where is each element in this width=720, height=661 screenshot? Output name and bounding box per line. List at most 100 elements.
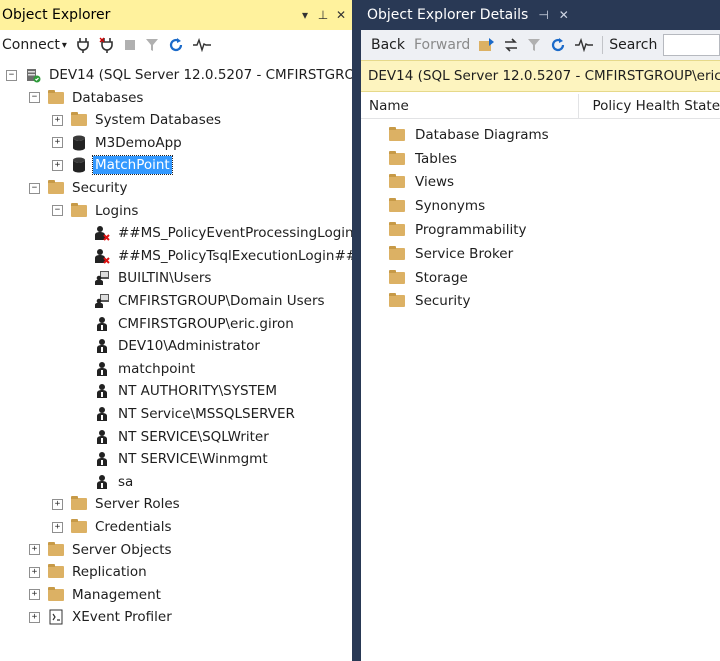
tree-node[interactable]: matchpoint [75,358,197,380]
list-item-label: Tables [415,150,457,167]
list-item[interactable]: Tables [361,147,720,171]
folder-icon [48,541,64,557]
login-icon [94,452,110,467]
expand-icon[interactable]: + [52,114,63,126]
close-icon[interactable]: ✕ [334,8,348,22]
pin-icon[interactable]: ⊣ [538,8,548,22]
list-item-label: Security [415,293,471,310]
stop-icon[interactable] [124,39,136,51]
collapse-icon[interactable]: − [52,205,63,217]
tree-node[interactable]: NT AUTHORITY\SYSTEM [75,380,279,402]
expand-icon[interactable]: + [52,521,63,533]
column-header-name[interactable]: Name [361,94,579,118]
expand-icon[interactable]: + [52,498,63,510]
folder-icon [389,269,405,285]
sync-icon[interactable] [479,38,495,52]
tree-node-label: Server Roles [95,496,180,513]
tree-node-label: Server Objects [72,541,172,558]
tree-node[interactable]: − Logins [52,200,140,222]
folder-icon [389,198,405,213]
tree-node[interactable]: + Server Objects [29,539,174,561]
folder-icon [48,89,64,105]
filter-icon[interactable] [145,38,159,52]
tree-node[interactable]: NT Service\MSSQLSERVER [75,403,297,425]
list-item[interactable]: Database Diagrams [361,123,720,147]
tree-node-label: CMFIRSTGROUP\Domain Users [118,293,325,309]
list-item[interactable]: Views [361,171,720,195]
back-button[interactable]: Back [371,37,405,53]
xevent-icon [48,609,64,625]
expand-icon[interactable]: + [52,137,63,149]
details-tab[interactable]: Object Explorer Details ⊣ ✕ [361,0,720,30]
expand-icon[interactable]: + [29,611,40,623]
tree-node[interactable]: − Databases [29,87,145,109]
tree-node[interactable]: BUILTIN\Users [75,267,213,289]
list-item[interactable]: Security [361,290,720,314]
tree-node[interactable]: ##MS_PolicyEventProcessingLogin## [75,222,353,244]
refresh-icon[interactable] [550,37,566,53]
disabled-login-icon [94,226,110,241]
breadcrumb: DEV14 (SQL Server 12.0.5207 - CMFIRSTGRO… [361,60,720,92]
list-item-label: Service Broker [415,245,514,262]
tree-node[interactable]: NT SERVICE\SQLWriter [75,426,271,448]
tree-node[interactable]: − DEV14 (SQL Server 12.0.5207 - CMFIRSTGR… [6,64,352,86]
tree-node[interactable]: − Security [29,177,129,199]
tree-node[interactable]: sa [75,471,135,493]
tree-node[interactable]: + Replication [29,561,149,583]
panel-splitter[interactable] [352,0,361,661]
column-header-policy-health-state[interactable]: Policy Health State [579,98,720,114]
tree-node-label: ##MS_PolicyEventProcessingLogin## [118,225,353,242]
expand-icon[interactable]: + [52,159,63,171]
tree-node-label: BUILTIN\Users [118,270,212,287]
collapse-icon[interactable]: − [29,182,40,194]
collapse-icon[interactable]: − [29,92,40,104]
expand-icon[interactable]: + [29,544,40,556]
tree-node[interactable]: + MatchPoint [52,154,173,176]
disconnect-plug-icon[interactable] [99,37,115,53]
close-icon[interactable]: ✕ [559,8,569,22]
expand-icon[interactable]: + [29,589,40,601]
forward-button[interactable]: Forward [414,37,470,53]
pin-icon[interactable]: ⊥ [316,8,330,22]
folder-icon [48,564,64,579]
tree-node-label: NT SERVICE\Winmgmt [118,451,268,468]
search-label: Search [609,37,658,53]
tree-node[interactable]: + XEvent Profiler [29,606,174,628]
activity-monitor-icon[interactable] [192,38,211,52]
tree-node[interactable]: + Management [29,584,163,606]
tree-node[interactable]: ##MS_PolicyTsqlExecutionLogin## [75,245,352,267]
folder-icon [71,519,87,534]
expand-icon[interactable]: + [29,566,40,578]
tree-node[interactable]: DEV10\Administrator [75,335,262,357]
list-item[interactable]: Programmability [361,218,720,242]
refresh-icon[interactable] [168,37,184,53]
window-position-dropdown-icon[interactable]: ▾ [298,8,312,22]
tree-node-label: Credentials [95,519,172,535]
tree-node[interactable]: + M3DemoApp [52,132,184,154]
tree-node[interactable]: CMFIRSTGROUP\eric.giron [75,313,296,335]
tree-node[interactable]: + Server Roles [52,493,182,515]
column-header-row: Name Policy Health State [361,94,720,119]
tree-node[interactable]: CMFIRSTGROUP\Domain Users [75,290,327,312]
tree-node[interactable]: + System Databases [52,109,223,131]
object-explorer-tree: − DEV14 (SQL Server 12.0.5207 - CMFIRSTGR… [0,60,352,660]
search-input[interactable] [663,34,720,56]
connect-button[interactable]: Connect ▾ [2,37,67,53]
folder-icon [48,586,64,602]
list-item[interactable]: Storage [361,266,720,290]
folder-icon [71,202,87,218]
tree-node[interactable]: + Credentials [52,516,174,538]
server-icon [25,68,41,83]
details-list: Database Diagrams Tables Views Synonyms Prog… [361,119,720,313]
list-item[interactable]: Service Broker [361,242,720,266]
filter-icon[interactable] [527,38,541,52]
tree-node-label: System Databases [95,112,222,129]
connect-plug-icon[interactable] [76,37,90,53]
tree-node-label: MatchPoint [92,155,173,176]
sync-arrows-icon[interactable] [504,38,518,52]
collapse-icon[interactable]: − [6,69,17,81]
tree-node[interactable]: NT SERVICE\Winmgmt [75,448,270,470]
list-item[interactable]: Synonyms [361,194,720,218]
panel-title: Object Explorer [2,7,111,23]
activity-monitor-icon[interactable] [575,38,594,52]
